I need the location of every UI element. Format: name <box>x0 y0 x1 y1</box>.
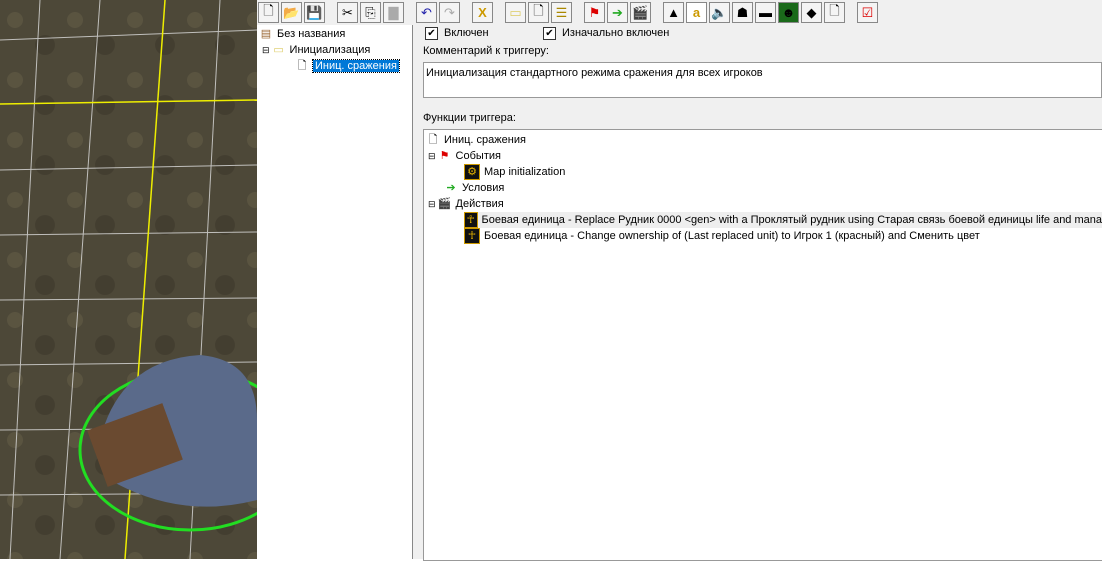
import-manager-icon[interactable]: 🗋 <box>824 2 845 23</box>
delete-icon[interactable]: X <box>472 2 493 23</box>
tree-root[interactable]: ▤ Без названия <box>259 26 346 42</box>
cut-icon[interactable]: ✂ <box>337 2 358 23</box>
func-event-item[interactable]: ⚙ Map initialization <box>464 164 565 180</box>
save-icon[interactable]: 💾 <box>304 2 325 23</box>
paste-icon[interactable]: ▇ <box>383 2 404 23</box>
initially-on-checkbox[interactable]: ✔ Изначально включен <box>543 25 669 41</box>
trigger-tree: ▤ Без названия ⊟ ▭ Инициализация 🗋 Иниц. сра… <box>257 25 413 559</box>
map-icon: ▤ <box>260 28 272 40</box>
terrain-grid <box>0 0 257 559</box>
new-trigger-icon[interactable]: 🗋 <box>528 2 549 23</box>
copy-icon[interactable]: ⎘ <box>360 2 381 23</box>
collapse-icon[interactable]: ⊟ <box>262 45 270 56</box>
trigger-panel: ✔ Включен ✔ Изначально включен Комментарий… <box>413 25 1102 561</box>
new-action-icon[interactable]: 🎬 <box>630 2 651 23</box>
new-category-icon[interactable]: ▭ <box>505 2 526 23</box>
redo-icon[interactable]: ↷ <box>439 2 460 23</box>
enabled-checkbox[interactable]: ✔ Включен <box>425 25 489 41</box>
condition-icon: ➔ <box>446 182 456 194</box>
terrain-editor-icon[interactable]: ▲ <box>663 2 684 23</box>
tree-trigger[interactable]: 🗋 Иниц. сражения <box>295 58 400 74</box>
trigger-icon: 🗋 <box>428 134 438 146</box>
undo-icon[interactable]: ↶ <box>416 2 437 23</box>
func-action-item[interactable]: ☥ Боевая единица - Change ownership of (L… <box>464 228 980 244</box>
open-icon[interactable]: 📂 <box>281 2 302 23</box>
trigger-functions-tree[interactable]: 🗋 Иниц. сражения ⊟ ⚑ События ⚙ Map initializ… <box>423 129 1102 561</box>
object-manager-icon[interactable]: ◆ <box>801 2 822 23</box>
unit-icon: ☥ <box>464 228 480 244</box>
map-viewport[interactable] <box>0 0 257 559</box>
tree-category[interactable]: ⊟ ▭ Инициализация <box>262 42 370 58</box>
functions-label: Функции триггера: <box>423 112 516 124</box>
new-icon[interactable]: 🗋 <box>258 2 279 23</box>
comment-label: Комментарий к триггеру: <box>423 45 549 57</box>
collapse-icon[interactable]: ⊟ <box>428 151 436 162</box>
trigger-icon: 🗋 <box>297 60 307 72</box>
gear-icon: ⚙ <box>464 164 480 180</box>
clapperboard-icon: 🎬 <box>437 198 452 210</box>
func-action-item[interactable]: ☥ Боевая единица - Replace Рудник 0000 <g… <box>464 212 1102 228</box>
toolbar: 🗋 📂 💾 ✂ ⎘ ▇ ↶ ↷ X ▭ 🗋 ☰ ⚑ ➔ 🎬 ▲ a 🔈 ☗ ▬ ☻ ◆ 🗋 ☑ <box>257 0 1102 25</box>
trigger-editor-icon[interactable]: a <box>686 2 707 23</box>
func-events[interactable]: ⊟ ⚑ События <box>428 148 501 164</box>
flag-icon: ⚑ <box>439 150 450 162</box>
object-editor-icon[interactable]: ☗ <box>732 2 753 23</box>
new-condition-icon[interactable]: ➔ <box>607 2 628 23</box>
campaign-editor-icon[interactable]: ▬ <box>755 2 776 23</box>
unit-icon: ☥ <box>464 212 478 228</box>
test-map-icon[interactable]: ☑ <box>857 2 878 23</box>
func-conditions[interactable]: ➔ Условия <box>444 180 504 196</box>
comment-textarea[interactable]: Инициализация стандартного режима сражен… <box>423 62 1102 98</box>
new-event-icon[interactable]: ⚑ <box>584 2 605 23</box>
collapse-icon[interactable]: ⊟ <box>428 199 436 210</box>
folder-icon: ▭ <box>273 44 284 56</box>
new-comment-icon[interactable]: ☰ <box>551 2 572 23</box>
func-trigger-name[interactable]: 🗋 Иниц. сражения <box>426 132 526 148</box>
func-actions[interactable]: ⊟ 🎬 Действия <box>428 196 504 212</box>
sound-editor-icon[interactable]: 🔈 <box>709 2 730 23</box>
ai-editor-icon[interactable]: ☻ <box>778 2 799 23</box>
